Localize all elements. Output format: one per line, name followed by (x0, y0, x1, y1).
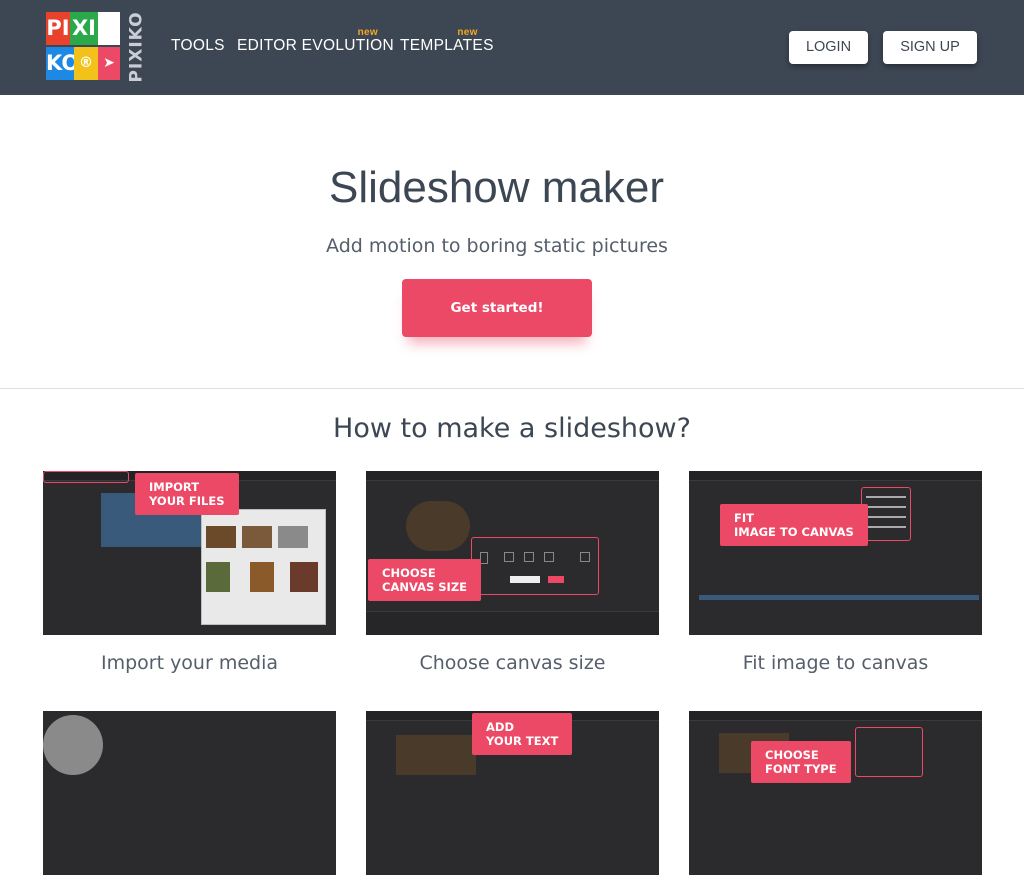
logo-tile-mark: ® (74, 47, 98, 80)
callout-line: CANVAS SIZE (382, 580, 468, 594)
get-started-button[interactable]: Get started! (402, 279, 592, 337)
fit-callout: FIT IMAGE TO CANVAS (720, 504, 868, 546)
nav-editor-label: EDITOR EVOLUTION (237, 37, 394, 54)
font-callout: CHOOSE FONT TYPE (751, 741, 851, 783)
callout-line: FONT TYPE (765, 762, 837, 776)
step-image-4 (43, 711, 336, 875)
nav-editor-evolution[interactable]: EDITOR EVOLUTION new (237, 27, 394, 55)
new-badge: new (357, 27, 378, 38)
step-image-canvas: CHOOSE CANVAS SIZE (366, 471, 659, 635)
callout-line: CHOOSE (382, 566, 436, 580)
editor-toolbar (366, 471, 659, 481)
step-caption-fit: Fit image to canvas (742, 652, 929, 674)
fit-panel (861, 487, 911, 541)
logo-wordmark: PIXIKO (127, 11, 148, 83)
top-header: PI XI KO ® ➤ PIXIKO TOOLS EDITOR EVOLUTI… (0, 0, 1024, 95)
logo-tile-pi: PI (46, 12, 70, 45)
text-callout: ADD YOUR TEXT (472, 713, 573, 755)
editor-toolbar (689, 471, 982, 481)
photo-preview (396, 735, 476, 775)
step-image-fit: FIT IMAGE TO CANVAS (689, 471, 982, 635)
nav-templates[interactable]: TEMPLATES new (400, 27, 494, 55)
pixiko-logo[interactable]: PI XI KO ® ➤ PIXIKO (46, 11, 150, 83)
callout-line: IMAGE TO CANVAS (734, 525, 854, 539)
import-highlight (43, 471, 129, 483)
page-subtitle: Add motion to boring static pictures (326, 235, 668, 257)
step-caption-canvas: Choose canvas size (419, 652, 606, 674)
import-callout: IMPORT YOUR FILES (135, 473, 239, 515)
font-panel (855, 727, 923, 777)
timeline-track (699, 595, 979, 600)
callout-line: IMPORT (149, 480, 200, 494)
callout-line: YOUR TEXT (486, 734, 559, 748)
editor-toolbar (689, 711, 982, 721)
logo-tile-xi: XI (70, 12, 98, 45)
section-divider (0, 388, 1024, 389)
signup-button[interactable]: SIGN UP (883, 31, 977, 64)
callout-line: FIT (734, 511, 754, 525)
logo-cursor-icon: ➤ (98, 47, 120, 80)
editor-timeline (366, 611, 659, 635)
step-image-text: ADD YOUR TEXT (366, 711, 659, 875)
logo-tile-blank (98, 12, 120, 45)
new-badge: new (457, 27, 478, 38)
callout-line: ADD (486, 720, 514, 734)
callout-line: CHOOSE (765, 748, 819, 762)
file-dialog (201, 509, 326, 625)
logo-tile-ko: KO (46, 47, 79, 80)
canvas-callout: CHOOSE CANVAS SIZE (368, 559, 482, 601)
step-image-font: CHOOSE FONT TYPE (689, 711, 982, 875)
canvas-size-dialog (471, 537, 599, 595)
step-caption-import: Import your media (100, 652, 279, 674)
nav-templates-label: TEMPLATES (400, 37, 494, 54)
nav-tools[interactable]: TOOLS (171, 37, 225, 55)
callout-line: YOUR FILES (149, 494, 225, 508)
shape-preview (43, 715, 103, 775)
page-title: Slideshow maker (328, 163, 665, 212)
dish-photo (406, 501, 470, 551)
step-image-import: IMPORT YOUR FILES (43, 471, 336, 635)
section-title: How to make a slideshow? (333, 413, 691, 444)
login-button[interactable]: LOGIN (789, 31, 868, 64)
